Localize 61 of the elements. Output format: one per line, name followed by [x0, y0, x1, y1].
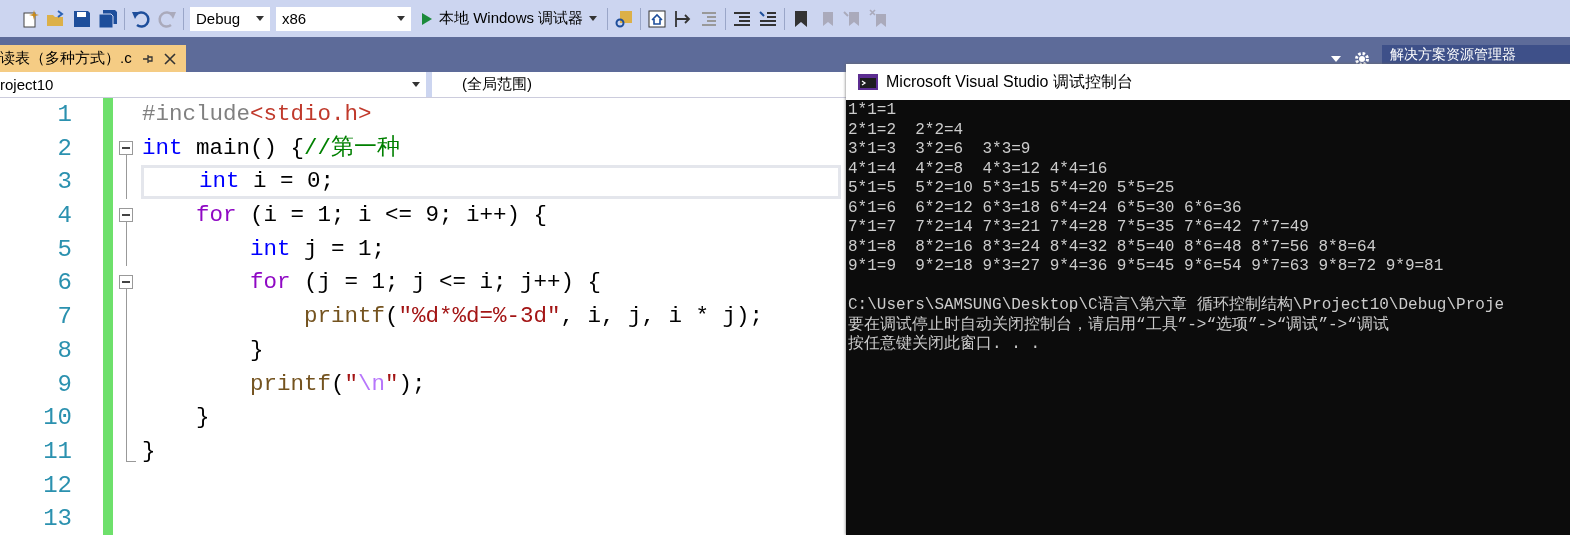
console-line: 1*1=1 — [848, 101, 897, 121]
close-icon[interactable] — [163, 52, 176, 65]
code-line: for (j = 1; j <= i; j++) { — [249, 268, 602, 298]
code-line: for (i = 1; i <= 9; i++) { — [195, 201, 548, 231]
save-icon[interactable] — [72, 8, 92, 29]
console-line: 要在调试停止时自动关闭控制台，请启用“工具”->“选项”->“调试”->“调试 — [848, 315, 1390, 334]
line-number: 8 — [56, 335, 72, 366]
find-in-files-icon[interactable] — [614, 8, 635, 29]
line-number: 13 — [42, 504, 72, 535]
play-icon — [421, 11, 433, 26]
console-icon — [858, 74, 878, 90]
collapse-icon[interactable] — [119, 207, 133, 222]
project-dropdown[interactable]: roject10 — [0, 72, 432, 97]
console-line: 2*1=2 2*2=4 — [848, 120, 965, 140]
caret-icon — [256, 16, 264, 21]
line-number: 1 — [56, 100, 72, 130]
line-number: 5 — [56, 234, 72, 265]
configuration-dropdown[interactable]: Debug — [190, 6, 270, 31]
code-line: printf("\n"); — [249, 369, 426, 399]
line-number: 10 — [42, 403, 72, 434]
platform-dropdown[interactable]: x86 — [276, 6, 411, 31]
console-line: 7*1=7 7*2=14 7*3=21 7*4=28 7*5=35 7*6=42 7*7=49 — [848, 218, 1310, 238]
console-line: 3*1=3 3*2=6 3*3=9 — [848, 140, 1032, 160]
line-number: 7 — [56, 302, 72, 333]
run-button[interactable]: 本地 Windows 调试器 — [417, 4, 602, 33]
code-line: } — [141, 436, 156, 466]
caret-icon — [589, 16, 598, 21]
console-line: 按任意键关闭此窗口. . . — [848, 335, 1041, 355]
file-tab[interactable]: 读表（多种方式）.c — [0, 45, 186, 72]
line-number: 4 — [56, 201, 72, 232]
collapse-icon[interactable] — [119, 275, 133, 290]
caret-icon — [412, 82, 420, 87]
window-title: Microsoft Visual Studio 调试控制台 — [886, 71, 1133, 92]
console-line: 8*1=8 8*2=16 8*3=24 8*4=32 8*5=40 8*6=48 8*7=56 8*8=64 — [848, 237, 1378, 257]
caret-icon — [397, 16, 405, 21]
line-number: 11 — [42, 436, 72, 467]
code-line: } — [195, 403, 210, 433]
uncomment-lines-icon[interactable] — [758, 8, 779, 29]
line-number: 9 — [56, 369, 72, 400]
line-number: 6 — [56, 268, 72, 299]
code-line: printf("%d*%d=%-3d", i, j, i * j); — [303, 302, 764, 332]
code-line: int j = 1; — [249, 234, 386, 264]
line-number: 3 — [56, 167, 72, 198]
line-number: 2 — [56, 133, 72, 164]
console-line: 5*1=5 5*2=10 5*3=15 5*4=20 5*5=25 — [848, 179, 1176, 199]
console-line: 4*1=4 4*2=8 4*3=12 4*4=16 — [848, 159, 1109, 179]
home-window-icon[interactable] — [647, 8, 668, 29]
settings-icon[interactable] — [1354, 50, 1370, 67]
line-number: 12 — [42, 470, 72, 501]
code-line: #include<stdio.h> — [141, 100, 372, 129]
console-line: C:\Users\SAMSUNG\Desktop\C语言\第六章 循环控制结构\Project10\Debug\Proje — [848, 296, 1506, 315]
console-line: 9*1=9 9*2=18 9*3=27 9*4=36 9*5=45 9*6=54 9*7=63 9*8=72 9*9=81 — [848, 257, 1445, 277]
open-folder-icon[interactable] — [46, 8, 66, 29]
panel-tab[interactable]: 解决方案资源管理器 — [1382, 45, 1570, 64]
console-line: 6*1=6 6*2=12 6*3=18 6*4=24 6*5=30 6*6=36 — [848, 198, 1243, 218]
undo-icon[interactable] — [131, 8, 151, 29]
pin-icon[interactable] — [141, 52, 154, 65]
code-line: } — [249, 335, 264, 365]
save-all-icon[interactable] — [98, 8, 118, 29]
code-line: int main() {//第一种 — [141, 133, 401, 163]
collapse-icon[interactable] — [119, 140, 133, 155]
